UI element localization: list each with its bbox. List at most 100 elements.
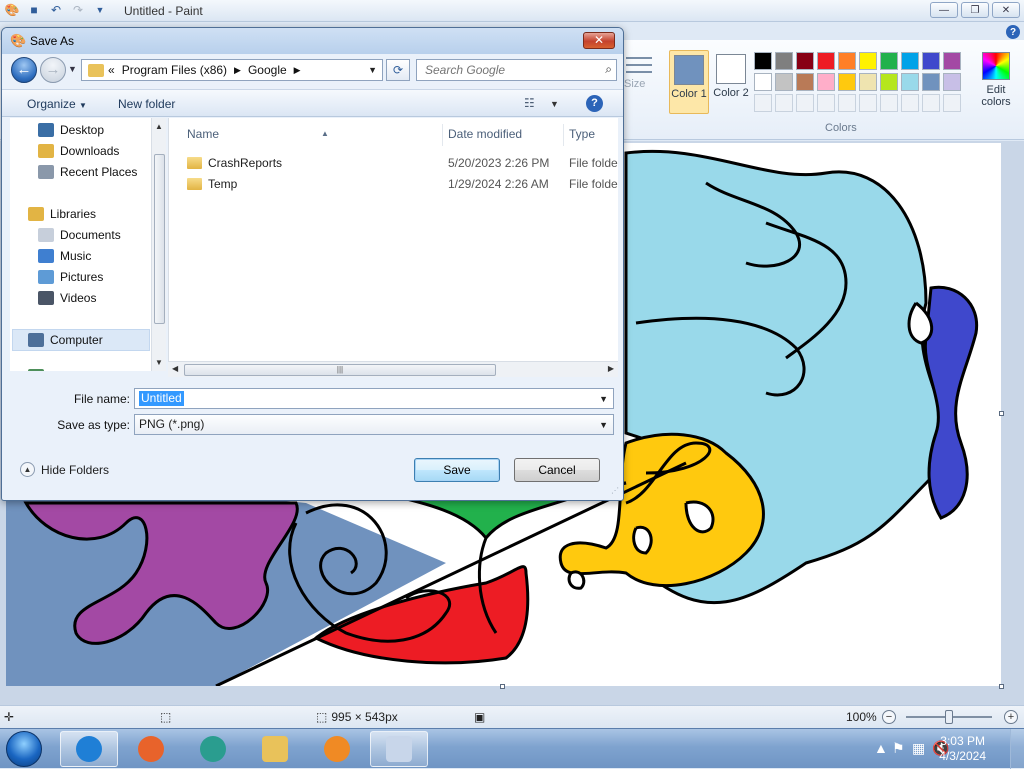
horizontal-scrollbar[interactable]: ◀ ||| ▶	[168, 361, 618, 377]
palette-swatch[interactable]	[901, 52, 919, 70]
palette-swatch[interactable]	[775, 52, 793, 70]
palette-swatch[interactable]	[796, 52, 814, 70]
address-dropdown-icon[interactable]: ▼	[368, 65, 377, 75]
palette-swatch[interactable]	[859, 52, 877, 70]
paint-app-icon[interactable]: 🎨	[4, 2, 20, 18]
palette-swatch-empty[interactable]	[901, 94, 919, 112]
action-center-flag-icon[interactable]: ⚑	[892, 740, 905, 757]
zoom-out-button[interactable]: −	[882, 710, 896, 724]
column-header-type[interactable]: Type	[565, 124, 618, 146]
palette-swatch[interactable]	[796, 73, 814, 91]
palette-swatch[interactable]	[754, 52, 772, 70]
cancel-button[interactable]: Cancel	[514, 458, 600, 482]
search-input[interactable]	[423, 61, 593, 79]
dialog-close-button[interactable]: ✕	[583, 32, 615, 49]
customize-dropdown-icon[interactable]: ▼	[92, 2, 108, 18]
color-2-selector[interactable]: Color 2	[711, 50, 751, 114]
palette-swatch[interactable]	[817, 73, 835, 91]
palette-swatch[interactable]	[922, 52, 940, 70]
taskbar-file-explorer-button[interactable]	[246, 731, 304, 767]
palette-swatch-empty[interactable]	[943, 94, 961, 112]
hide-folders-toggle[interactable]: ▲ Hide Folders	[20, 462, 109, 477]
palette-swatch-empty[interactable]	[754, 94, 772, 112]
save-as-type-select[interactable]: PNG (*.png) ▼	[134, 414, 614, 435]
palette-swatch[interactable]	[922, 73, 940, 91]
new-folder-button[interactable]: New folder	[118, 97, 175, 111]
size-tool[interactable]: Size	[624, 52, 654, 102]
file-name-input[interactable]: Untitled ▼	[134, 388, 614, 409]
search-icon[interactable]: ⌕	[605, 62, 612, 77]
close-button[interactable]: ✕	[992, 2, 1020, 18]
column-header-name[interactable]: Name ▲	[183, 124, 443, 146]
edit-colors-button[interactable]: Edit colors	[976, 52, 1016, 108]
save-type-dropdown-icon[interactable]: ▼	[599, 420, 608, 430]
resize-grip-icon[interactable]: ⋰	[611, 486, 619, 495]
nav-item-pictures[interactable]: Pictures	[38, 267, 103, 286]
palette-swatch[interactable]	[838, 52, 856, 70]
search-box[interactable]: ⌕	[416, 59, 617, 81]
palette-swatch[interactable]	[754, 73, 772, 91]
resize-handle-corner[interactable]	[999, 684, 1004, 689]
file-name-dropdown-icon[interactable]: ▼	[599, 394, 608, 404]
breadcrumb-google[interactable]: Google	[248, 63, 287, 77]
file-name-selected-text[interactable]: Untitled	[139, 391, 184, 406]
palette-swatch-empty[interactable]	[796, 94, 814, 112]
taskbar-app-teal-button[interactable]	[184, 731, 242, 767]
palette-swatch[interactable]	[943, 73, 961, 91]
taskbar-internet-explorer-button[interactable]	[60, 731, 118, 767]
nav-item-music[interactable]: Music	[38, 246, 91, 265]
show-hidden-icons-icon[interactable]: ▲	[874, 740, 888, 756]
palette-swatch[interactable]	[838, 73, 856, 91]
resize-handle-right[interactable]	[999, 411, 1004, 416]
breadcrumb-chevron-icon[interactable]: ▶	[294, 65, 301, 76]
help-icon[interactable]: ?	[586, 95, 603, 112]
zoom-in-button[interactable]: +	[1004, 710, 1018, 724]
save-icon[interactable]: ■	[26, 2, 42, 18]
palette-swatch-empty[interactable]	[817, 94, 835, 112]
organize-button[interactable]: Organize ▼	[27, 97, 87, 111]
nav-item-desktop[interactable]: Desktop	[38, 120, 104, 139]
undo-icon[interactable]: ↶	[48, 2, 64, 18]
color-1-selector[interactable]: Color 1	[669, 50, 709, 114]
taskbar-media-player-button[interactable]	[308, 731, 366, 767]
column-header-date[interactable]: Date modified	[444, 124, 564, 146]
address-overflow[interactable]: «	[108, 63, 115, 77]
redo-icon[interactable]: ↷	[70, 2, 86, 18]
palette-swatch[interactable]	[859, 73, 877, 91]
horizontal-scroll-thumb[interactable]: |||	[184, 364, 496, 376]
palette-swatch[interactable]	[880, 52, 898, 70]
nav-item-downloads[interactable]: Downloads	[38, 141, 119, 160]
change-view-icon[interactable]: ☷	[524, 96, 535, 110]
help-icon[interactable]: ?	[1006, 25, 1020, 39]
palette-swatch[interactable]	[943, 52, 961, 70]
network-icon[interactable]: ▦	[912, 740, 925, 757]
palette-swatch[interactable]	[775, 73, 793, 91]
forward-button[interactable]: →	[40, 57, 66, 83]
navigation-scroll-thumb[interactable]	[154, 154, 165, 324]
palette-swatch[interactable]	[817, 52, 835, 70]
nav-item-network[interactable]: Network	[28, 366, 94, 371]
taskbar-paint-button[interactable]	[370, 731, 428, 767]
file-row[interactable]: Temp 1/29/2024 2:26 AM File folder	[187, 173, 618, 194]
resize-handle-bottom[interactable]	[500, 684, 505, 689]
breadcrumb-chevron-icon[interactable]: ▶	[234, 65, 241, 76]
nav-item-videos[interactable]: Videos	[38, 288, 96, 307]
nav-item-computer[interactable]: Computer	[28, 330, 103, 349]
taskbar-firefox-button[interactable]	[122, 731, 180, 767]
palette-swatch[interactable]	[880, 73, 898, 91]
palette-swatch-empty[interactable]	[838, 94, 856, 112]
view-options-dropdown-icon[interactable]: ▼	[550, 99, 559, 109]
breadcrumb-program-files[interactable]: Program Files (x86)	[122, 63, 227, 77]
palette-swatch-empty[interactable]	[880, 94, 898, 112]
clock[interactable]: 3:03 PM 4/3/2024	[939, 734, 986, 764]
palette-swatch-empty[interactable]	[859, 94, 877, 112]
scroll-up-icon[interactable]: ▲	[155, 122, 163, 131]
show-desktop-button[interactable]	[1010, 729, 1024, 769]
zoom-slider-thumb[interactable]	[945, 710, 953, 724]
scroll-down-icon[interactable]: ▼	[155, 358, 163, 367]
address-bar[interactable]: « Program Files (x86) ▶ Google ▶ ▼	[81, 59, 383, 81]
file-row[interactable]: CrashReports 5/20/2023 2:26 PM File folder	[187, 152, 618, 173]
nav-item-recent-places[interactable]: Recent Places	[38, 162, 137, 181]
minimize-button[interactable]: —	[930, 2, 958, 18]
nav-item-libraries[interactable]: Libraries	[28, 204, 96, 223]
